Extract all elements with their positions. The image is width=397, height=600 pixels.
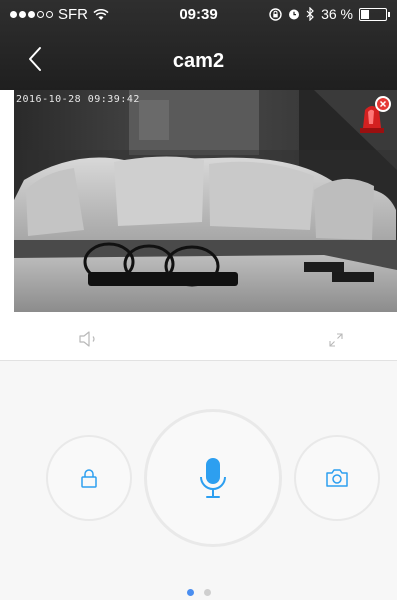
header: SFR 09:39 36 % cam2 xyxy=(0,0,397,90)
snapshot-button[interactable] xyxy=(294,435,380,521)
action-panel xyxy=(0,361,397,600)
battery-fill xyxy=(361,9,369,19)
speaker-button[interactable] xyxy=(78,330,100,348)
battery-icon xyxy=(359,7,390,21)
alarm-clock-icon xyxy=(289,9,300,20)
fullscreen-button[interactable] xyxy=(328,332,344,348)
video-frame xyxy=(14,90,397,312)
lock-icon xyxy=(81,469,97,488)
camera-icon xyxy=(326,469,348,487)
battery-percentage: 36 % xyxy=(321,6,353,22)
page-title: cam2 xyxy=(172,50,225,72)
lock-rotation-icon xyxy=(269,7,282,21)
lock-button[interactable] xyxy=(46,435,132,521)
page-dot[interactable] xyxy=(203,589,211,596)
status-right: 36 % xyxy=(269,6,390,22)
status-bar: SFR 09:39 36 % xyxy=(0,0,397,28)
speaker-icon xyxy=(79,331,95,347)
bluetooth-icon xyxy=(306,7,314,21)
alarm-indicator[interactable] xyxy=(357,96,391,136)
expand-icon xyxy=(329,333,343,347)
alarm-close-button[interactable] xyxy=(375,96,391,112)
microphone-button[interactable] xyxy=(144,409,282,547)
close-icon xyxy=(379,100,387,108)
microphone-icon xyxy=(200,458,226,498)
page-dot[interactable] xyxy=(186,589,194,596)
video-timestamp: 2016-10-28 09:39:42 xyxy=(16,94,140,105)
page-indicator xyxy=(0,589,397,596)
camera-video-feed[interactable]: 2016-10-28 09:39:42 xyxy=(14,90,397,312)
video-controls-bar xyxy=(0,312,397,361)
